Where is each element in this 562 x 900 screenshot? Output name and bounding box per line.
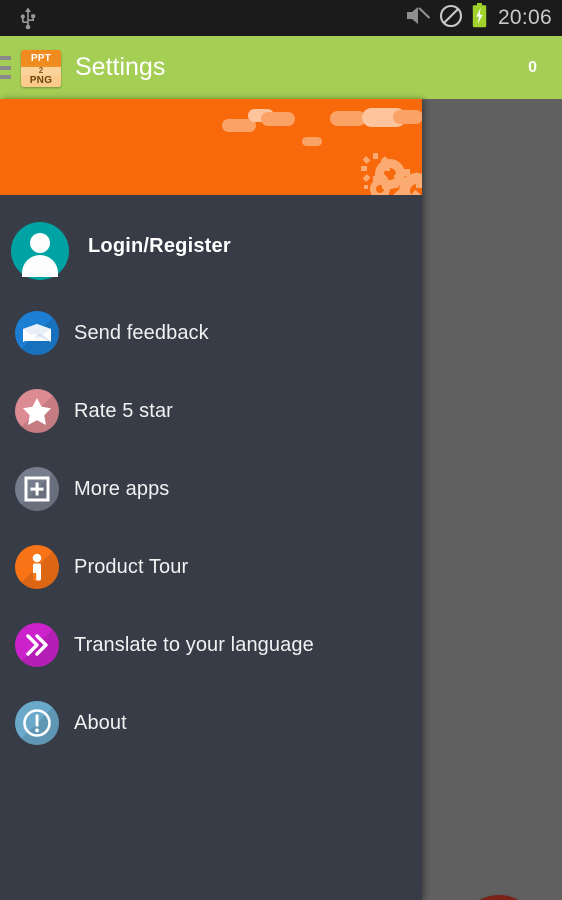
avatar-head [30, 233, 50, 253]
status-clock: 20:06 [497, 6, 552, 29]
drawer-item-label: Rate 5 star [74, 400, 173, 422]
page-title: Settings [75, 53, 166, 81]
drawer-item-more-apps[interactable]: More apps [0, 450, 422, 528]
app-icon-line2: 2 [21, 67, 61, 75]
usb-icon [17, 7, 39, 30]
drawer-item-label: Send feedback [74, 322, 209, 344]
battery-charging-icon [472, 3, 487, 33]
hamburger-menu-icon[interactable] [0, 56, 11, 79]
drawer-item-rate-5-star[interactable]: Rate 5 star [0, 372, 422, 450]
drawer-item-label: About [74, 712, 127, 734]
person-icon [15, 545, 59, 589]
drawer-item-label: More apps [74, 478, 170, 500]
drawer-item-about[interactable]: About [0, 684, 422, 762]
drawer-item-send-feedback[interactable]: Send feedback [0, 294, 422, 372]
info-exclamation-icon [15, 701, 59, 745]
drawer-item-label: Translate to your language [74, 634, 314, 656]
envelope-icon [15, 311, 59, 355]
app-icon-line1: PPT [21, 50, 61, 67]
cloud-decoration [261, 112, 295, 126]
square-plus-icon [15, 467, 59, 511]
drawer-item-label: Product Tour [74, 556, 189, 578]
action-bar-counter[interactable]: 0 [528, 36, 537, 99]
login-register-label[interactable]: Login/Register [88, 235, 231, 258]
drawer-item-translate[interactable]: Translate to your language [0, 606, 422, 684]
volume-mute-icon [406, 5, 431, 31]
cloud-decoration [330, 111, 366, 126]
cloud-decoration [302, 137, 322, 146]
ppt2png-app-icon: PPT 2 PNG [21, 50, 61, 87]
user-avatar-icon[interactable] [11, 222, 69, 280]
drawer-header-login[interactable] [0, 99, 422, 195]
add-fab-button[interactable] [459, 895, 539, 900]
status-bar: 20:06 [0, 0, 562, 36]
star-icon [15, 389, 59, 433]
drawer-item-product-tour[interactable]: Product Tour [0, 528, 422, 606]
phone-screen: 20:06 PPT 2 PNG Settings 0 Login/Registe… [0, 0, 562, 900]
avatar-body [22, 255, 58, 277]
drawer-menu-list: Send feedback Rate 5 star More apps Prod… [0, 294, 422, 762]
navigation-drawer: Login/Register Send feedback Rate 5 star… [0, 99, 422, 900]
double-chevron-icon [15, 623, 59, 667]
action-bar: PPT 2 PNG Settings 0 [0, 36, 562, 99]
cloud-decoration [393, 110, 422, 124]
gear-teeth-decoration [361, 153, 422, 195]
app-icon-line3: PNG [21, 75, 61, 87]
do-not-disturb-icon [439, 4, 463, 33]
